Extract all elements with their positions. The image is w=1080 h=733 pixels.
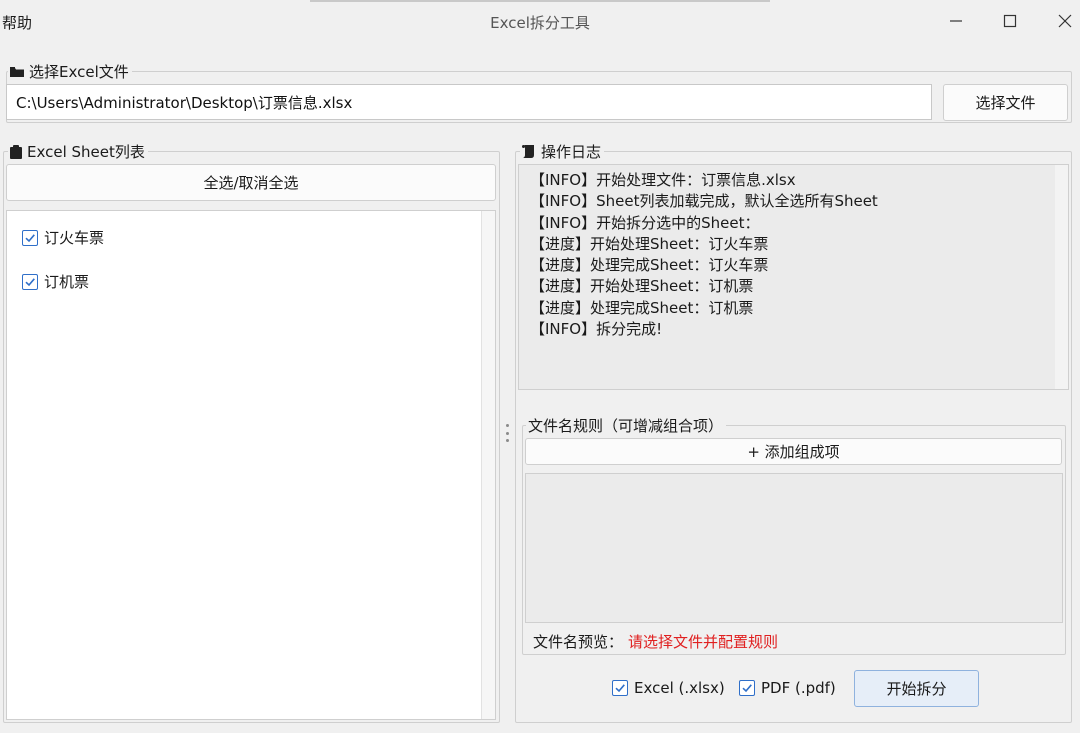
close-icon [1058,14,1072,28]
filename-rules-legend: 文件名规则（可增减组合项） [526,415,727,436]
log-legend-text: 操作日志 [541,143,602,161]
add-component-button[interactable]: + 添加组成项 [525,438,1062,465]
file-path-input[interactable] [6,84,932,120]
log-scrollbar[interactable] [1055,165,1068,389]
checkbox-checked-icon[interactable] [612,680,628,696]
sheet-item-label: 订机票 [44,273,90,291]
filename-preview-label: 文件名预览： [533,633,624,651]
close-button[interactable] [1045,8,1080,34]
format-excel-option[interactable]: Excel (.xlsx) [612,679,725,697]
window-title: Excel拆分工具 [490,14,590,32]
maximize-button[interactable] [990,8,1030,34]
start-split-button[interactable]: 开始拆分 [854,670,979,707]
checkbox-checked-icon[interactable] [22,229,38,246]
filename-preview-value: 请选择文件并配置规则 [628,633,779,651]
filename-rules-list [525,473,1063,623]
maximize-icon [1003,14,1017,28]
minimize-button[interactable] [936,8,976,34]
log-line: 【INFO】Sheet列表加载完成，默认全选所有Sheet [530,192,878,211]
file-select-legend-text: 选择Excel文件 [29,63,129,81]
folder-icon [10,66,24,78]
sheet-list-legend-text: Excel Sheet列表 [27,143,145,161]
log-line: 【INFO】开始拆分选中的Sheet： [530,213,760,232]
checkbox-checked-icon[interactable] [22,273,38,290]
log-legend: 操作日志 [520,141,605,162]
sheet-item-huochepiao[interactable]: 订火车票 [22,227,104,248]
file-select-legend: 选择Excel文件 [8,61,132,82]
log-line: 【进度】处理完成Sheet：订火车票 [530,256,769,275]
format-excel-label: Excel (.xlsx) [634,679,725,697]
grip-dot-icon [506,439,509,442]
format-pdf-option[interactable]: PDF (.pdf) [739,679,836,697]
select-all-toggle-button[interactable]: 全选/取消全选 [6,164,496,201]
sheet-item-label: 订火车票 [44,229,105,247]
log-line: 【进度】开始处理Sheet：订机票 [530,277,754,296]
grip-dot-icon [506,424,509,427]
title-bar-accent [310,0,770,2]
clipboard-icon [10,144,22,159]
log-line: 【进度】处理完成Sheet：订机票 [530,298,754,317]
sheet-list-legend: Excel Sheet列表 [8,141,148,162]
grip-dot-icon [506,431,509,435]
minimize-icon [950,20,962,22]
sheet-list-scrollbar[interactable] [481,211,495,719]
scroll-icon [522,145,536,158]
panel-splitter-handle[interactable] [505,424,510,442]
sheet-item-jipiao[interactable]: 订机票 [22,271,89,292]
log-line: 【进度】开始处理Sheet：订火车票 [530,234,769,253]
log-output[interactable]: 【INFO】开始处理文件：订票信息.xlsx 【INFO】Sheet列表加载完成… [518,164,1069,390]
checkbox-checked-icon[interactable] [739,680,755,696]
select-file-button[interactable]: 选择文件 [943,84,1068,121]
format-pdf-label: PDF (.pdf) [761,679,836,697]
log-line: 【INFO】拆分完成! [530,320,663,339]
log-line: 【INFO】开始处理文件：订票信息.xlsx [530,171,796,189]
